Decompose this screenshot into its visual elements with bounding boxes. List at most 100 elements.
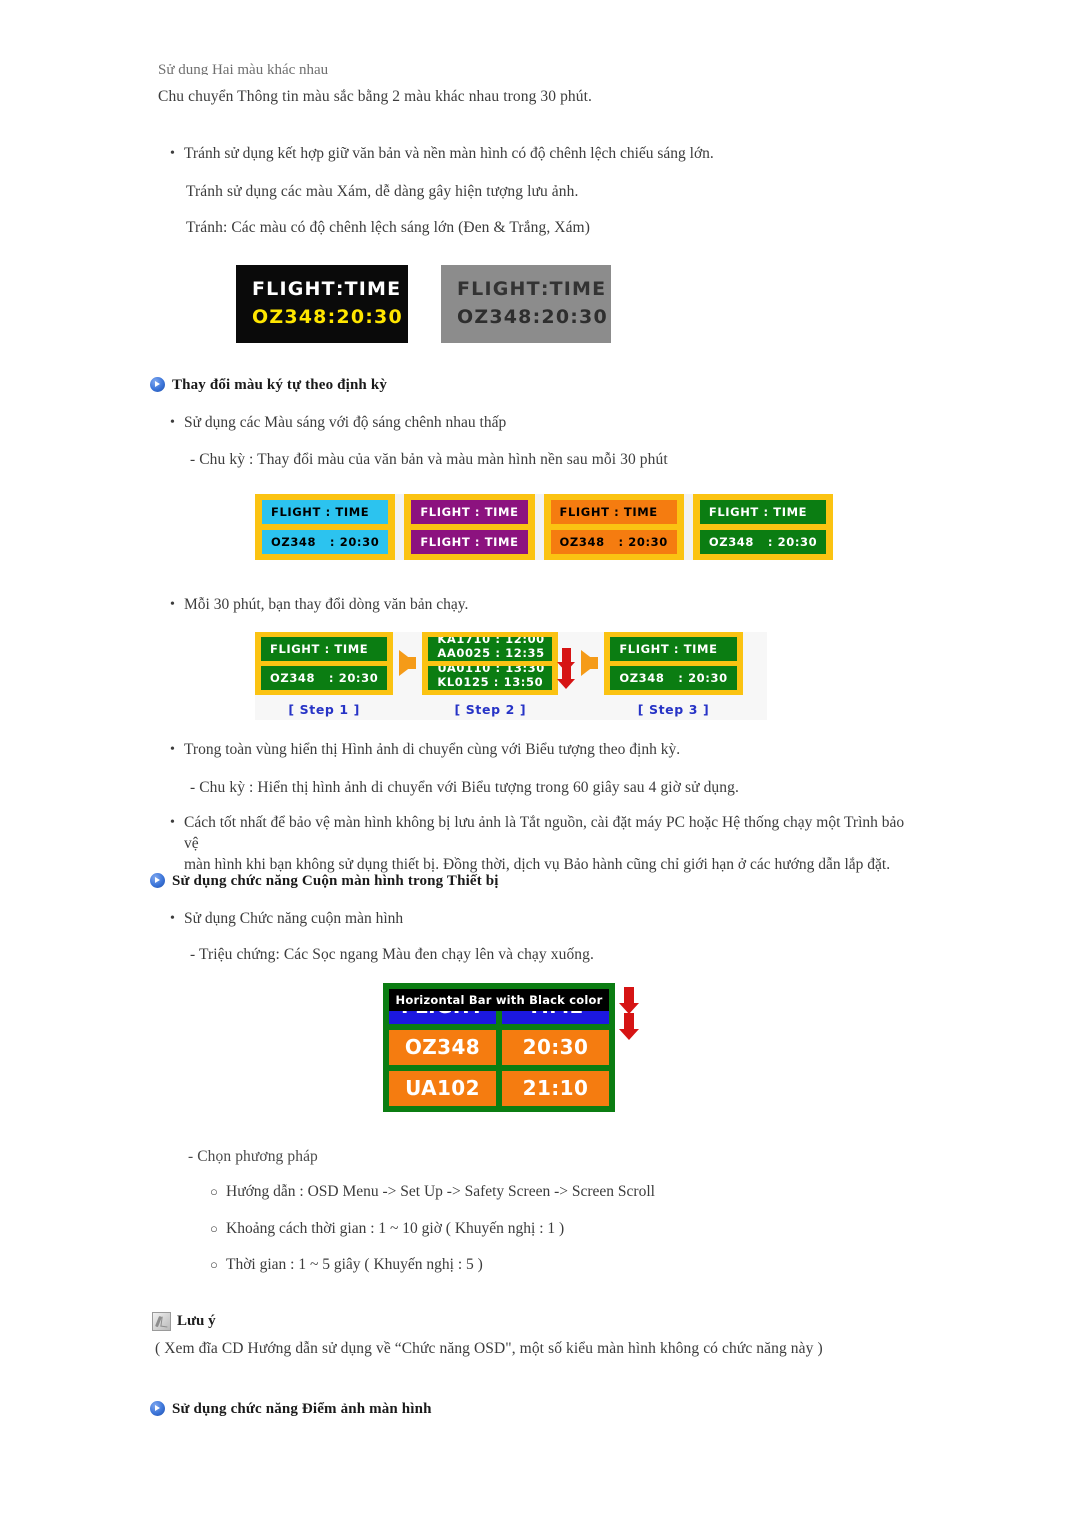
black-bar-banner: Horizontal Bar with Black color (389, 989, 609, 1011)
orange-right-arrow-icon (581, 650, 599, 676)
board-black: FLIGHT : TIME OZ348 : 20:30 (236, 265, 408, 343)
bullet-dot-icon (170, 739, 184, 760)
panel-orange-line-2: OZ348 : 20:30 (550, 530, 677, 554)
option-time-interval: Khoảng cách thời gian : 1 ~ 10 giờ ( Khu… (210, 1218, 910, 1239)
board-black-time-label: TIME (344, 278, 402, 300)
option-osd-path-label: Hướng dẫn : OSD Menu -> Set Up -> Safety… (226, 1183, 655, 1200)
red-down-arrow-icon (557, 664, 576, 689)
board-black-sep-2: : (327, 306, 337, 328)
circle-bullet-icon (210, 1181, 226, 1202)
board-black-time-value: 20:30 (336, 306, 403, 328)
step-2-block2-top: UA0110 : 13:30 (437, 666, 545, 675)
bullet-moving-image-symbol: Trong toàn vùng hiển thị Hình ảnh di chu… (170, 739, 890, 760)
document-page: Sử dụng Hai màu khác nhau Chu chuyển Thô… (0, 0, 1080, 1527)
bar-data-row-2: UA102 21:10 (389, 1071, 609, 1106)
sub-symptom: - Triệu chứng: Các Sọc ngang Màu đen chạ… (190, 946, 594, 963)
board-black-flight-label: FLIGHT (252, 278, 336, 300)
bullet-use-scroll-function-label: Sử dụng Chức năng cuộn màn hình (184, 910, 404, 927)
bullet-change-text-30min: Mỗi 30 phút, bạn thay đổi dòng văn bản c… (170, 594, 870, 615)
panel-purple-line-2: FLIGHT : TIME (411, 530, 528, 554)
orange-right-arrow-icon (399, 650, 417, 676)
option-osd-path: Hướng dẫn : OSD Menu -> Set Up -> Safety… (210, 1181, 910, 1202)
bar-row2-time: 21:10 (502, 1071, 609, 1106)
clipped-heading-line: Sử dụng Hai màu khác nhau (158, 62, 329, 75)
intro-paragraph: Chu chuyển Thông tin màu sắc bằng 2 màu … (158, 88, 593, 105)
note-pencil-icon (152, 1312, 171, 1331)
bullet-avoid-contrast: Tránh sử dụng kết hợp giữ văn bản và nền… (170, 143, 870, 164)
step-2-board: KA1710 : 12:00 AA0025 : 12:35 UA0110 : 1… (422, 632, 559, 695)
figure-horizontal-bar: Horizontal Bar with Black color FLIGHT T… (383, 983, 639, 1112)
sub-cycle-60sec: - Chu kỳ : Hiển thị hình ảnh di chuyển v… (190, 779, 739, 796)
panel-cyan-line-2: OZ348 : 20:30 (262, 530, 389, 554)
section-heading-pixel-function-label: Sử dụng chức năng Điểm ảnh màn hình (172, 1401, 432, 1417)
blue-arrow-bullet-icon (150, 1400, 165, 1416)
figure-two-color-boards: FLIGHT : TIME OZ348 : 20:30 FLIGHT : TIM… (236, 265, 611, 343)
red-scroll-arrows (557, 632, 576, 694)
panel-green-line-1: FLIGHT : TIME (699, 500, 827, 524)
step-3-line-2: OZ348 : 20:30 (610, 666, 737, 690)
option-time-interval-label: Khoảng cách thời gian : 1 ~ 10 giờ ( Khu… (226, 1220, 565, 1237)
figure-scroll-steps: FLIGHT : TIME OZ348 : 20:30 [ Step 1 ] K… (255, 632, 767, 720)
step-3-board: FLIGHT : TIME OZ348 : 20:30 (604, 632, 743, 695)
option-duration-label: Thời gian : 1 ~ 5 giây ( Khuyến nghị : 5… (226, 1256, 483, 1273)
board-gray: FLIGHT : TIME OZ348 : 20:30 (441, 265, 611, 343)
note-avoid-highcontrast: Tránh: Các màu có độ chênh lệch sáng lớn… (186, 219, 590, 236)
bullet-change-text-30min-label: Mỗi 30 phút, bạn thay đổi dòng văn bản c… (184, 596, 469, 613)
bullet-moving-image-symbol-label: Trong toàn vùng hiển thị Hình ảnh di chu… (184, 741, 681, 758)
figure-four-color-panels: FLIGHT : TIME OZ348 : 20:30 FLIGHT : TIM… (255, 494, 834, 560)
blue-arrow-bullet-icon (150, 376, 165, 392)
circle-bullet-icon (210, 1218, 226, 1239)
board-black-row-data: OZ348 : 20:30 (252, 303, 402, 331)
bullet-best-protection-line-2: màn hình khi bạn không sử dụng thiết bị.… (184, 856, 891, 873)
red-down-arrow-icon (618, 1013, 639, 1040)
board-gray-row-data: OZ348 : 20:30 (457, 303, 607, 331)
bar-row1-time: 20:30 (502, 1030, 609, 1065)
board-gray-time-label: TIME (549, 278, 607, 300)
step-2-column: KA1710 : 12:00 AA0025 : 12:35 UA0110 : 1… (422, 632, 559, 717)
step-2-block1-bottom: AA0025 : 12:35 (437, 646, 545, 660)
bullet-dot-icon (170, 594, 184, 615)
bullet-use-scroll-function: Sử dụng Chức năng cuộn màn hình (170, 908, 870, 929)
bullet-best-protection-line-1: Cách tốt nhất để bảo vệ màn hình không b… (184, 814, 905, 852)
section-heading-change-char-color: Thay đổi màu ký tự theo định kỳ (150, 376, 387, 394)
board-gray-flight-label: FLIGHT (457, 278, 541, 300)
bar-scroll-arrows (615, 983, 639, 1040)
board-black-flight-no: OZ348 (252, 306, 328, 328)
board-black-row-header: FLIGHT : TIME (252, 275, 400, 303)
bullet-bright-colors-label: Sử dụng các Màu sáng với độ sáng chênh n… (184, 414, 507, 431)
blue-arrow-bullet-icon (150, 872, 165, 888)
step-1-line-2: OZ348 : 20:30 (261, 666, 388, 690)
bullet-dot-icon (170, 908, 184, 929)
bullet-dot-icon (170, 412, 184, 433)
note-heading-label: Lưu ý (177, 1313, 216, 1329)
step-2-scroll-block-2: UA0110 : 13:30 KL0125 : 13:50 (428, 666, 553, 690)
panel-cyan: FLIGHT : TIME OZ348 : 20:30 (255, 494, 396, 560)
section-heading-pixel-function: Sử dụng chức năng Điểm ảnh màn hình (150, 1400, 432, 1418)
sub-cycle-30min: - Chu kỳ : Thay đổi màu của văn bản và m… (190, 451, 668, 468)
method-title: - Chọn phương pháp (188, 1148, 318, 1165)
arrow-step1-to-step2 (393, 632, 422, 694)
step-1-line-1: FLIGHT : TIME (261, 637, 388, 661)
step-1-label: [ Step 1 ] (288, 702, 360, 717)
note-heading: Lưu ý (152, 1312, 216, 1331)
red-down-arrow-icon (557, 647, 576, 672)
circle-bullet-icon (210, 1254, 226, 1275)
option-duration: Thời gian : 1 ~ 5 giây ( Khuyến nghị : 5… (210, 1254, 910, 1275)
step-2-scroll-block-1: KA1710 : 12:00 AA0025 : 12:35 (428, 637, 553, 661)
bullet-dot-icon (170, 812, 184, 833)
panel-orange: FLIGHT : TIME OZ348 : 20:30 (543, 494, 684, 560)
bullet-dot-icon (170, 143, 184, 164)
note-avoid-gray: Tránh sử dụng các màu Xám, dễ dàng gây h… (186, 183, 579, 200)
board-black-sep-1: : (335, 278, 345, 300)
panel-purple: FLIGHT : TIME FLIGHT : TIME (404, 494, 535, 560)
step-1-board: FLIGHT : TIME OZ348 : 20:30 (255, 632, 394, 695)
step-3-column: FLIGHT : TIME OZ348 : 20:30 [ Step 3 ] (604, 632, 743, 717)
step-1-column: FLIGHT : TIME OZ348 : 20:30 [ Step 1 ] (255, 632, 394, 717)
step-2-block2-bottom: KL0125 : 13:50 (437, 675, 544, 689)
panel-cyan-line-1: FLIGHT : TIME (262, 500, 389, 524)
step-3-label: [ Step 3 ] (637, 702, 710, 717)
board-gray-row-header: FLIGHT : TIME (457, 275, 605, 303)
board-gray-flight-no: OZ348 (457, 306, 533, 328)
step-2-label: [ Step 2 ] (454, 702, 527, 717)
red-down-arrow-icon (618, 987, 639, 1014)
